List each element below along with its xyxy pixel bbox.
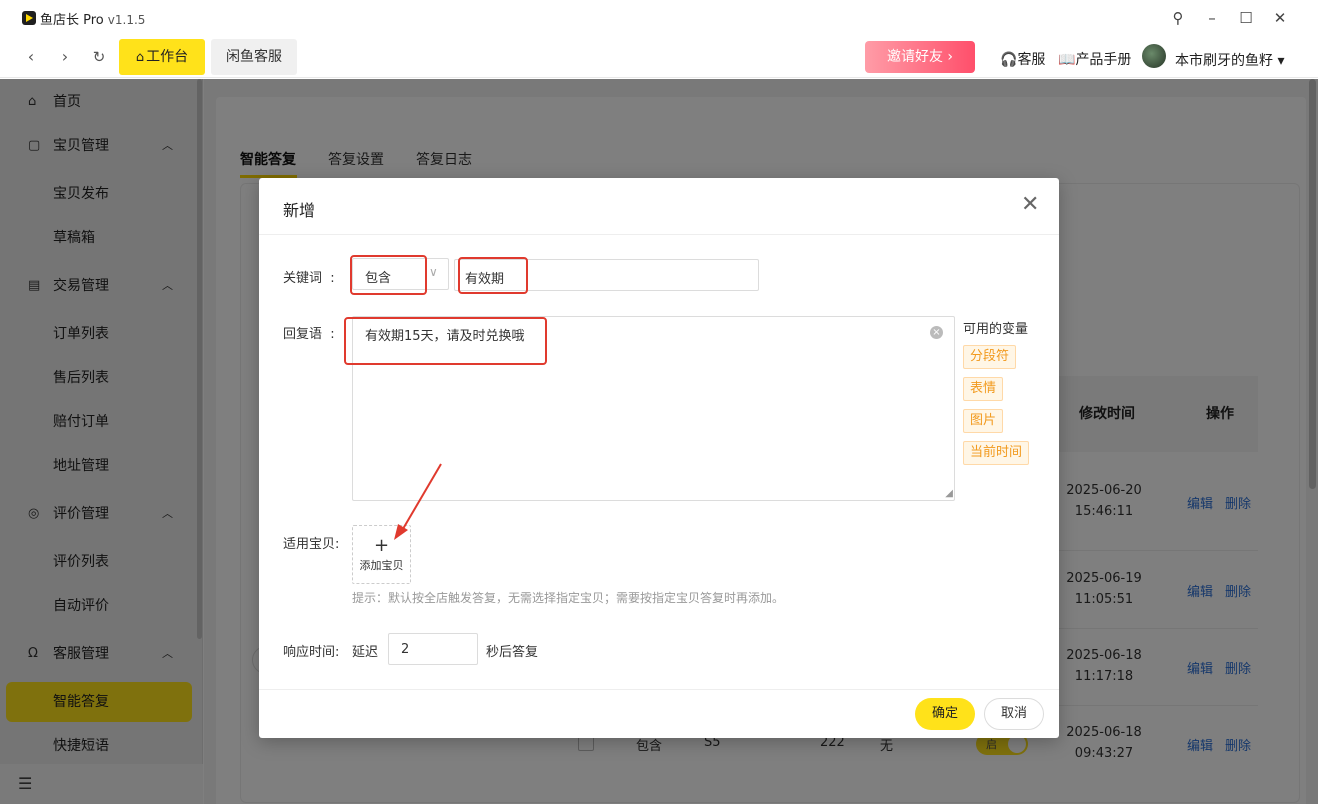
support-link[interactable]: 🎧客服 [1000, 49, 1045, 69]
variable-tag-image[interactable]: 图片 [963, 409, 1004, 433]
manual-label: 产品手册 [1075, 52, 1132, 68]
headset-icon: 🎧 [1000, 52, 1018, 68]
delay-seconds-input[interactable]: 2 [388, 633, 478, 665]
invite-label: 邀请好友 [886, 49, 943, 65]
pin-icon[interactable]: ⚲ [1168, 8, 1188, 28]
annotation-arrow-icon [394, 463, 442, 540]
delay-value: 2 [401, 642, 410, 657]
title-bar: 鱼店长 Pro v1.1.5 ⚲ – ☐ ✕ [0, 0, 1318, 36]
variable-tag-paragraph[interactable]: 分段符 [963, 345, 1017, 369]
chevron-right-icon: › [947, 49, 954, 65]
dialog-header: 新增 ✕ [259, 178, 1059, 235]
refresh-icon[interactable]: ↻ [88, 44, 110, 70]
dialog-footer-divider [259, 689, 1059, 690]
resize-grip-icon[interactable]: ◢ [945, 489, 953, 499]
user-menu[interactable]: 本市刷牙的鱼籽 ▾ [1175, 50, 1284, 70]
caret-down-icon: ▾ [1277, 53, 1285, 69]
avatar[interactable] [1142, 44, 1166, 68]
annotation-box-match-type [350, 255, 427, 295]
variable-tag-current-time[interactable]: 当前时间 [963, 441, 1030, 465]
close-icon[interactable]: ✕ [1021, 194, 1039, 216]
app-name: 鱼店长 Pro [40, 13, 104, 28]
variables-title: 可用的变量 [963, 322, 1029, 337]
support-label: 客服 [1017, 52, 1046, 68]
reply-label-text: 回复语 [283, 327, 323, 342]
tab-xianyu-service[interactable]: 闲鱼客服 [211, 39, 297, 75]
delay-prefix: 延迟 [352, 645, 379, 660]
maximize-icon[interactable]: ☐ [1236, 8, 1256, 28]
annotation-box-reply [344, 317, 547, 365]
reply-label: 回复语 : [283, 327, 335, 342]
chevron-down-icon: ∨ [429, 265, 438, 279]
clear-icon[interactable]: × [930, 326, 943, 339]
app-version: v1.1.5 [107, 13, 146, 27]
username-label: 本市刷牙的鱼籽 [1175, 53, 1273, 69]
minimize-icon[interactable]: – [1202, 8, 1222, 28]
app-logo-icon [22, 11, 36, 25]
goods-hint: 提示：默认按全店触发答复，无需选择指定宝贝；需要按指定宝贝答复时再添加。 [352, 591, 785, 605]
add-goods-label: 添加宝贝 [359, 559, 404, 572]
goods-label: 适用宝贝: [283, 537, 340, 552]
response-time-label: 响应时间: [283, 645, 340, 660]
delay-suffix: 秒后答复 [486, 645, 539, 660]
confirm-button[interactable]: 确定 [915, 698, 975, 730]
home-icon: ⌂ [135, 50, 145, 65]
cancel-button[interactable]: 取消 [984, 698, 1044, 730]
keyword-label: 关键词 : [283, 271, 335, 286]
manual-link[interactable]: 📖产品手册 [1058, 49, 1131, 69]
back-icon[interactable]: ‹ [20, 44, 42, 70]
close-window-icon[interactable]: ✕ [1270, 8, 1290, 28]
toolbar: ‹ › ↻ ⌂ 工作台 闲鱼客服 邀请好友 › 🎧客服 📖产品手册 本市刷牙的鱼籽… [0, 36, 1318, 78]
app-title: 鱼店长 Pro v1.1.5 [40, 9, 145, 28]
keyword-label-text: 关键词 [283, 271, 323, 286]
dialog-title: 新增 [283, 201, 316, 220]
tab-workbench[interactable]: ⌂ 工作台 [119, 39, 205, 75]
annotation-box-keyword [458, 257, 528, 294]
book-icon: 📖 [1058, 52, 1076, 68]
tab-workbench-label: 工作台 [146, 49, 189, 65]
variable-tag-emoji[interactable]: 表情 [963, 377, 1004, 401]
forward-icon[interactable]: › [54, 44, 76, 70]
invite-friends-button[interactable]: 邀请好友 › [865, 41, 975, 73]
